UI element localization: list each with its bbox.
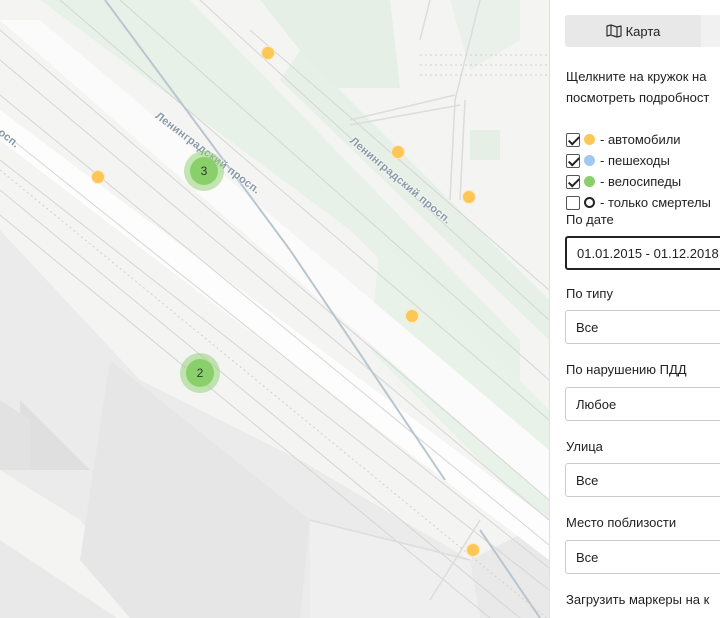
cluster-count: 3 <box>190 157 218 185</box>
marker-car[interactable] <box>261 46 275 60</box>
type-select-value: Все <box>576 319 599 335</box>
date-range-value: 01.01.2015 - 01.12.2018 <box>577 245 719 261</box>
date-filter-label: По дате <box>566 212 614 227</box>
instructions-line-2: посмотреть подробност <box>566 90 710 105</box>
view-tabs: Карта <box>565 15 720 47</box>
type-select[interactable]: Все <box>565 310 720 344</box>
tab-map[interactable]: Карта <box>565 15 701 47</box>
date-range-input[interactable]: 01.01.2015 - 01.12.2018 <box>565 236 720 270</box>
legend-item-fatal-only: - только смертелы <box>566 192 711 213</box>
street-filter-label: Улица <box>566 439 603 454</box>
legend-item-pedestrians: - пешеходы <box>566 150 711 171</box>
legend-item-cars: - автомобили <box>566 129 711 150</box>
street-select-value: Все <box>576 472 599 488</box>
violation-select-value: Любое <box>576 396 617 412</box>
legend-label: - только смертелы <box>600 195 711 210</box>
ring-icon <box>584 197 595 208</box>
cluster-count: 2 <box>186 359 214 387</box>
type-filter-label: По типу <box>566 286 613 301</box>
load-markers-label: Загрузить маркеры на к <box>566 592 710 607</box>
green-dot-icon <box>584 176 595 187</box>
violation-select[interactable]: Любое <box>565 387 720 421</box>
legend-label: - пешеходы <box>600 153 670 168</box>
map-view[interactable]: Ленинградский просп. Ленинградский просп… <box>0 0 549 618</box>
checkbox-fatal-only[interactable] <box>566 195 580 210</box>
blue-dot-icon <box>584 155 595 166</box>
legend-label: - автомобили <box>600 132 681 147</box>
tab-map-label: Карта <box>625 23 661 39</box>
checkbox-pedestrians[interactable] <box>566 153 580 168</box>
nearby-select-value: Все <box>576 549 599 565</box>
legend-item-cyclists: - велосипеды <box>566 171 711 192</box>
legend: - автомобили - пешеходы - велосипеды - т… <box>566 129 711 213</box>
instructions-line-1: Щелкните на кружок на <box>566 69 707 84</box>
marker-car[interactable] <box>391 145 405 159</box>
marker-car[interactable] <box>466 543 480 557</box>
tab-other[interactable] <box>701 15 720 47</box>
marker-car[interactable] <box>405 309 419 323</box>
map-base <box>0 0 549 618</box>
checkbox-cars[interactable] <box>566 132 580 147</box>
nearby-select[interactable]: Все <box>565 540 720 574</box>
checkbox-cyclists[interactable] <box>566 174 580 189</box>
instructions: Щелкните на кружок на посмотреть подробн… <box>566 66 720 108</box>
marker-car[interactable] <box>91 170 105 184</box>
filter-panel: Карта Щелкните на кружок на посмотреть п… <box>549 0 720 618</box>
legend-label: - велосипеды <box>600 174 682 189</box>
map-icon <box>605 24 622 38</box>
marker-car[interactable] <box>462 190 476 204</box>
marker-cluster[interactable]: 3 <box>184 151 224 191</box>
nearby-filter-label: Место поблизости <box>566 515 677 530</box>
violation-filter-label: По нарушению ПДД <box>566 362 687 377</box>
marker-cluster[interactable]: 2 <box>180 353 220 393</box>
yellow-dot-icon <box>584 134 595 145</box>
street-select[interactable]: Все <box>565 463 720 497</box>
